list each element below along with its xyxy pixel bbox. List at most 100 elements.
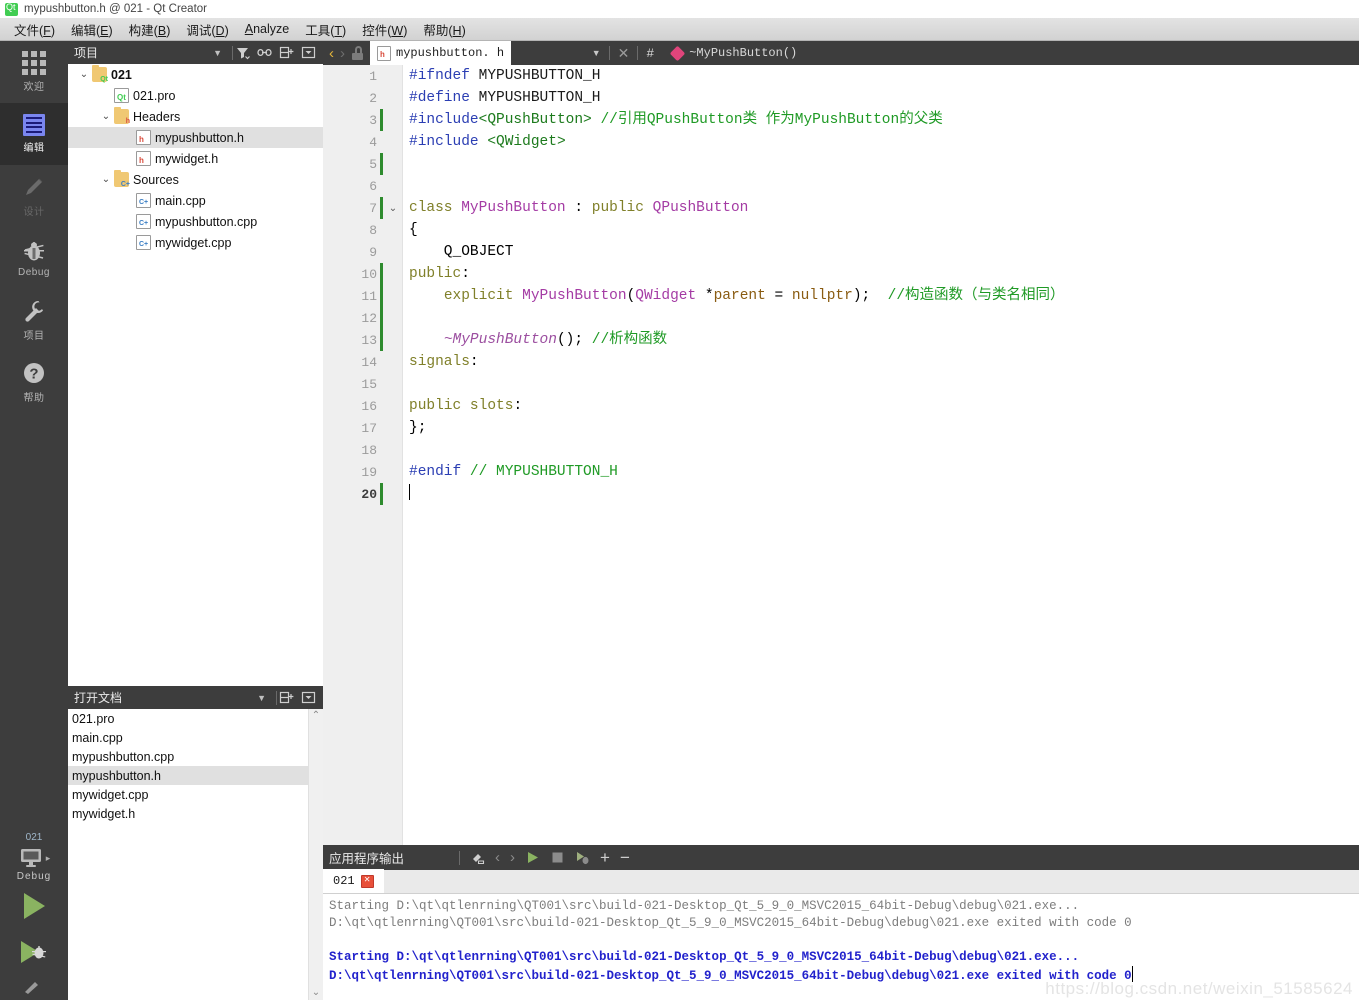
open-documents-list[interactable]: 021.pro main.cpp mypushbutton.cpp mypushbut… xyxy=(68,709,323,1000)
prev-icon[interactable]: ‹ xyxy=(495,849,500,866)
open-document-mywidget.h[interactable]: mywidget.h xyxy=(68,804,323,823)
code-line-16[interactable]: 16 public slots: xyxy=(323,395,1359,417)
code-line-5[interactable]: 5 xyxy=(323,153,1359,175)
open-document-021.pro[interactable]: 021.pro xyxy=(68,709,323,728)
mode-button-项目[interactable]: 项目 xyxy=(0,289,68,351)
tree-item-021.pro[interactable]: ⌄Qt 021.pro xyxy=(68,85,323,106)
scroll-up-icon[interactable]: ⌃ xyxy=(312,709,320,723)
open-document-mypushbutton.cpp[interactable]: mypushbutton.cpp xyxy=(68,747,323,766)
chevron-right-icon[interactable]: ⌄ xyxy=(98,90,114,101)
close-icon[interactable]: ✕ xyxy=(360,874,374,888)
code-line-11[interactable]: 11 explicit MyPushButton(QWidget *parent… xyxy=(323,285,1359,307)
code-line-13[interactable]: 13 ~MyPushButton(); //析构函数 xyxy=(323,329,1359,351)
run-button[interactable] xyxy=(0,882,68,930)
chevron-down-icon[interactable]: ⌄ xyxy=(76,69,92,80)
code-line-15[interactable]: 15 xyxy=(323,373,1359,395)
menu-item-7[interactable]: 帮助(H) xyxy=(415,18,473,41)
mode-button-帮助[interactable]: ? 帮助 xyxy=(0,351,68,413)
mode-button-编辑[interactable]: 编辑 xyxy=(0,103,68,165)
project-tree[interactable]: ⌄Qt021⌄Qt021.pro⌄hHeaders⌄hmypushbutton.… xyxy=(68,64,323,686)
open-document-main.cpp[interactable]: main.cpp xyxy=(68,728,323,747)
chevron-right-icon[interactable]: ⌄ xyxy=(120,195,136,206)
editor-file-tab[interactable]: h mypushbutton. h xyxy=(370,41,512,65)
menu-item-6[interactable]: 控件(W) xyxy=(354,18,415,41)
chevron-right-icon[interactable]: ⌄ xyxy=(120,216,136,227)
code-line-14[interactable]: 14 signals: xyxy=(323,351,1359,373)
zoom-in-icon[interactable]: + xyxy=(600,849,610,866)
tree-item-mywidget.cpp[interactable]: ⌄C+ mywidget.cpp xyxy=(68,232,323,253)
clear-icon[interactable] xyxy=(470,850,485,865)
chevron-right-icon[interactable]: ⌄ xyxy=(120,132,136,143)
menu-item-3[interactable]: 调试(D) xyxy=(178,18,236,41)
editor-symbol-name[interactable]: ~MyPushButton() xyxy=(689,46,797,60)
change-marker xyxy=(380,131,383,153)
code-line-7[interactable]: 7 ⌄ class MyPushButton : public QPushButto… xyxy=(323,197,1359,219)
mode-button-欢迎[interactable]: 欢迎 xyxy=(0,41,68,103)
rerun-icon[interactable] xyxy=(575,850,590,865)
code-line-12[interactable]: 12 xyxy=(323,307,1359,329)
scroll-down-icon[interactable]: ⌄ xyxy=(312,986,320,1000)
open-documents-scrollbar[interactable]: ⌃ ⌄ xyxy=(308,709,323,1000)
mode-button-Debug[interactable]: Debug xyxy=(0,227,68,289)
split-icon[interactable] xyxy=(279,690,294,705)
mode-button-设计[interactable]: 设计 xyxy=(0,165,68,227)
chevron-right-icon[interactable]: ⌄ xyxy=(120,237,136,248)
split-icon[interactable] xyxy=(279,45,294,60)
open-document-mypushbutton.h[interactable]: mypushbutton.h xyxy=(68,766,323,785)
code-line-2[interactable]: 2 #define MYPUSHBUTTON_H xyxy=(323,87,1359,109)
open-document-mywidget.cpp[interactable]: mywidget.cpp xyxy=(68,785,323,804)
code-line-8[interactable]: 8{ xyxy=(323,219,1359,241)
code-line-10[interactable]: 10 public: xyxy=(323,263,1359,285)
close-icon[interactable]: ✕ xyxy=(618,45,630,62)
code-line-3[interactable]: 3 #include<QPushButton> //引用QPushButton类 … xyxy=(323,109,1359,131)
menu-item-4[interactable]: Analyze xyxy=(237,20,297,38)
kit-target-row[interactable]: ▸ xyxy=(0,845,68,871)
output-console[interactable]: Starting D:\qt\qtlenrning\QT001\src\buil… xyxy=(323,894,1359,1000)
tree-item-Headers[interactable]: ⌄ h Headers xyxy=(68,106,323,127)
code-line-18[interactable]: 18 xyxy=(323,439,1359,461)
close-icon[interactable] xyxy=(301,45,316,60)
project-filter-caret-icon[interactable]: ▼ xyxy=(213,48,230,58)
code-line-6[interactable]: 6 xyxy=(323,175,1359,197)
unlocked-icon[interactable] xyxy=(351,46,364,60)
zoom-out-icon[interactable]: − xyxy=(620,849,630,866)
chevron-down-icon[interactable]: ⌄ xyxy=(98,174,114,185)
filter-icon[interactable] xyxy=(235,45,250,60)
menu-item-5[interactable]: 工具(T) xyxy=(297,18,354,41)
kit-selector-area[interactable]: 021 ▸ Debug xyxy=(0,828,68,1000)
debug-button[interactable] xyxy=(0,930,68,974)
chevron-right-icon[interactable]: › xyxy=(340,46,345,61)
chevron-left-icon[interactable]: ‹ xyxy=(329,46,334,61)
tree-item-mywidget.h[interactable]: ⌄h mywidget.h xyxy=(68,148,323,169)
chevron-down-icon[interactable]: ⌄ xyxy=(98,111,114,122)
menu-item-2[interactable]: 构建(B) xyxy=(121,18,179,41)
fold-marker[interactable]: ⌄ xyxy=(383,203,403,214)
code-line-1[interactable]: 1 #ifndef MYPUSHBUTTON_H xyxy=(323,65,1359,87)
tree-item-mypushbutton.cpp[interactable]: ⌄C+ mypushbutton.cpp xyxy=(68,211,323,232)
tree-item-mypushbutton.h[interactable]: ⌄h mypushbutton.h xyxy=(68,127,323,148)
tree-item-main.cpp[interactable]: ⌄C+ main.cpp xyxy=(68,190,323,211)
tree-item-021[interactable]: ⌄ Qt 021 xyxy=(68,64,323,85)
code-line-17[interactable]: 17}; xyxy=(323,417,1359,439)
menu-item-0[interactable]: 文件(F) xyxy=(6,18,63,41)
hash-icon[interactable]: # xyxy=(646,46,654,61)
chevron-right-icon[interactable]: ⌄ xyxy=(120,153,136,164)
code-view[interactable]: 1 #ifndef MYPUSHBUTTON_H 2 #define MYPUSHBU… xyxy=(323,65,1359,845)
chevron-down-icon[interactable]: ▼ xyxy=(592,48,601,58)
code-line-4[interactable]: 4 #include <QWidget> xyxy=(323,131,1359,153)
close-icon[interactable] xyxy=(301,690,316,705)
stop-icon[interactable] xyxy=(550,850,565,865)
qt-logo-icon xyxy=(5,2,18,16)
run-icon[interactable] xyxy=(525,850,540,865)
build-button[interactable] xyxy=(0,976,68,994)
code-line-20[interactable]: 20 xyxy=(323,483,1359,505)
link-icon[interactable] xyxy=(257,45,272,60)
code-line-9[interactable]: 9 Q_OBJECT xyxy=(323,241,1359,263)
opendocs-caret-icon[interactable]: ▼ xyxy=(257,693,274,703)
output-line-1: D:\qt\qtlenrning\QT001\src\build-021-Des… xyxy=(329,916,1132,930)
menu-item-1[interactable]: 编辑(E) xyxy=(63,18,121,41)
tree-item-Sources[interactable]: ⌄ C+ Sources xyxy=(68,169,323,190)
output-tab-021[interactable]: 021 ✕ xyxy=(323,869,384,893)
next-icon[interactable]: › xyxy=(510,849,515,866)
code-line-19[interactable]: 19 #endif // MYPUSHBUTTON_H xyxy=(323,461,1359,483)
